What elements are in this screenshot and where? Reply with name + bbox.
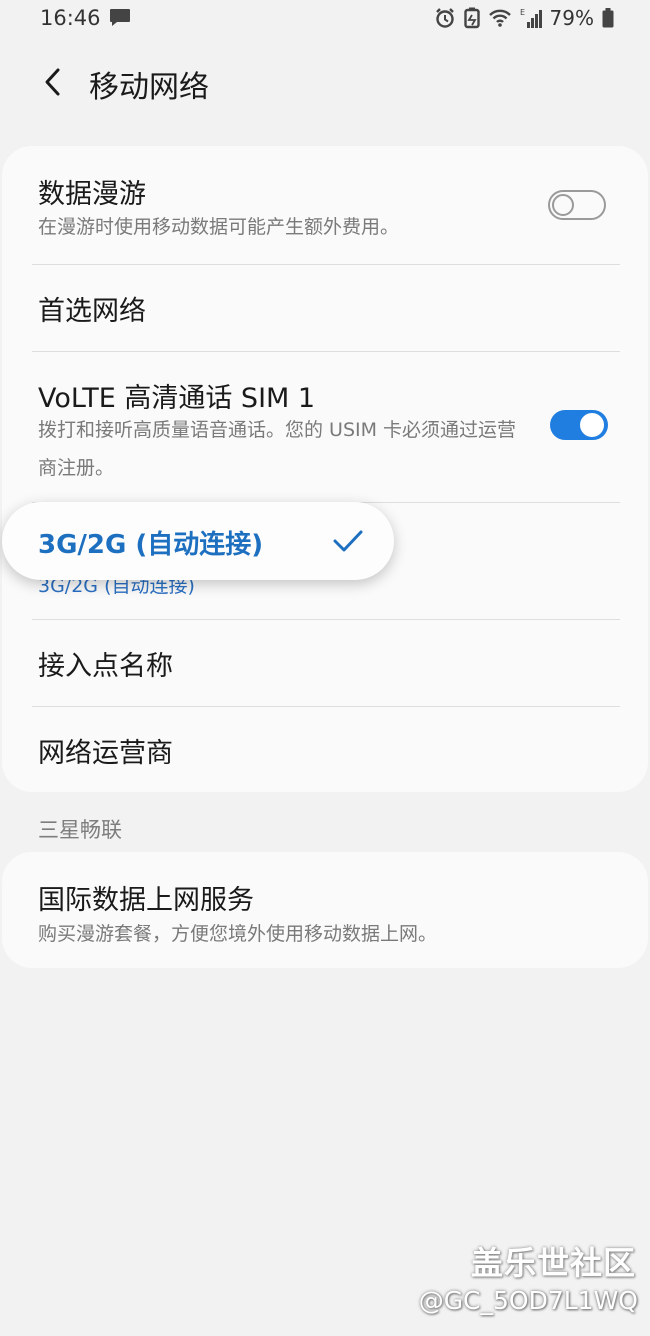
preferred-network-title: 首选网络 <box>38 296 146 327</box>
data-roaming-subtitle: 在漫游时使用移动数据可能产生额外费用。 <box>38 216 400 238</box>
status-icons: E 79% <box>434 6 614 30</box>
svg-text:E: E <box>520 8 525 17</box>
network-mode-option[interactable]: 3G/2G (自动连接) <box>2 502 394 580</box>
data-roaming-toggle[interactable] <box>548 190 606 220</box>
network-operator-title: 网络运营商 <box>38 738 173 769</box>
volte-toggle[interactable] <box>550 410 608 440</box>
battery-icon <box>602 8 614 28</box>
network-mode-popup: 3G/2G (自动连接) <box>2 502 394 580</box>
wifi-icon <box>488 8 512 28</box>
checkmark-icon <box>333 530 363 552</box>
network-mode-option-label: 3G/2G (自动连接) <box>38 530 264 560</box>
battery-saver-icon <box>463 7 480 29</box>
status-time: 16:46 <box>40 6 101 30</box>
app-bar: 移动网络 <box>0 50 650 116</box>
status-bar: 16:46 E 79% <box>0 0 650 40</box>
apn-title: 接入点名称 <box>38 651 173 682</box>
intl-data-service-title: 国际数据上网服务 <box>38 885 254 916</box>
alarm-icon <box>434 7 456 29</box>
intl-data-service-row[interactable]: 国际数据上网服务 购买漫游套餐，方便您境外使用移动数据上网。 <box>2 852 648 968</box>
network-operator-row[interactable]: 网络运营商 <box>2 707 648 792</box>
volte-row[interactable]: VoLTE 高清通话 SIM 1 拨打和接听高质量语音通话。您的 USIM 卡必… <box>2 352 648 502</box>
watermark-user: @GC_5OD7L1WQ <box>418 1286 638 1315</box>
intl-data-service-subtitle: 购买漫游套餐，方便您境外使用移动数据上网。 <box>38 923 438 945</box>
data-roaming-title: 数据漫游 <box>38 179 146 210</box>
settings-card: 数据漫游 在漫游时使用移动数据可能产生额外费用。 首选网络 VoLTE 高清通话… <box>2 146 648 792</box>
apn-row[interactable]: 接入点名称 <box>2 620 648 706</box>
section-label: 三星畅联 <box>38 818 122 842</box>
watermark-site: 盖乐世社区 <box>470 1244 636 1282</box>
message-icon <box>109 8 131 32</box>
back-arrow-icon <box>45 68 60 96</box>
battery-percent: 79% <box>549 6 594 30</box>
volte-title: VoLTE 高清通话 SIM 1 <box>38 383 316 414</box>
volte-subtitle: 拨打和接听高质量语音通话。您的 USIM 卡必须通过运营商注册。 <box>38 419 517 479</box>
samsung-connect-card: 国际数据上网服务 购买漫游套餐，方便您境外使用移动数据上网。 <box>2 852 648 968</box>
preferred-network-row[interactable]: 首选网络 <box>2 265 648 351</box>
signal-icon: E <box>520 7 542 29</box>
page-title: 移动网络 <box>89 70 209 105</box>
back-button[interactable] <box>30 60 74 104</box>
data-roaming-row[interactable]: 数据漫游 在漫游时使用移动数据可能产生额外费用。 <box>2 146 648 264</box>
